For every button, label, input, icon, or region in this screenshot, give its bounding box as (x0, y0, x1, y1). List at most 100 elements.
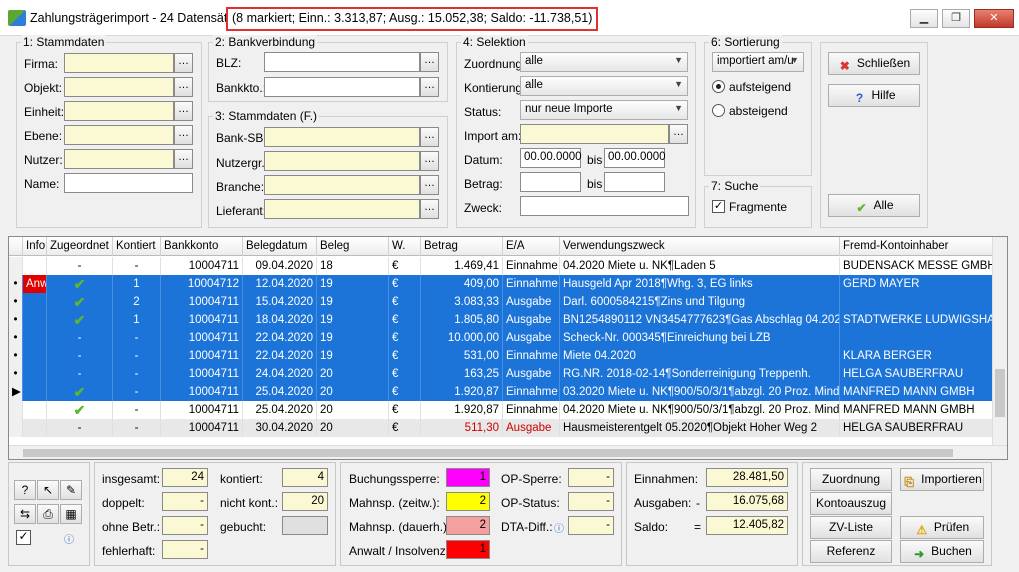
sort-asc-radio[interactable] (712, 80, 725, 93)
restore-button[interactable]: ❐ (942, 9, 970, 28)
firma-field[interactable] (64, 53, 174, 73)
printer-icon[interactable]: ⎙ (37, 504, 59, 524)
banksb-label: Bank-SB: (216, 131, 267, 145)
vertical-scrollbar[interactable] (992, 237, 1007, 447)
nutzer-field[interactable] (64, 149, 174, 169)
cell-fk: KLARA BERGER (840, 347, 993, 365)
kontoauszug-button[interactable]: Kontoauszug (810, 492, 892, 515)
column-header[interactable]: Bankkonto (161, 237, 243, 256)
zuordnung-button[interactable]: Zuordnung (810, 468, 892, 491)
horizontal-scrollbar[interactable] (9, 445, 1007, 459)
table-row[interactable]: • ✔ 1 10004711 18.04.2020 19 €1.805,80 Ausgabe B… (9, 311, 993, 329)
grid-icon[interactable]: ▦ (60, 504, 82, 524)
table-row[interactable]: • - -10004711 22.04.2020 19 €10.000,00 Ausgabe… (9, 329, 993, 347)
column-header[interactable]: Beleg (317, 237, 389, 256)
info-icon[interactable]: ⓘ (64, 531, 74, 546)
import-date-field[interactable] (520, 124, 669, 144)
sort-desc-radio[interactable] (712, 104, 725, 117)
column-header[interactable]: Verwendungszweck (560, 237, 840, 256)
table-row[interactable]: ▶ ✔ -10004711 25.04.2020 20 €1.920,87 Einnahme… (9, 383, 993, 401)
firma-lookup-button[interactable]: … (174, 53, 193, 73)
blz-lookup-button[interactable]: … (420, 52, 439, 72)
banksb-lookup-button[interactable]: … (420, 127, 439, 147)
zuordnung-select[interactable]: alle ▼ (520, 52, 688, 72)
zweck-field[interactable] (520, 196, 689, 216)
table-row[interactable]: • Anw ✔ 1 10004712 12.04.2020 19 €409,00 Einnahm… (9, 275, 993, 293)
cell-fk: GERD MAYER (840, 275, 993, 293)
cell-bl: 19 (317, 275, 389, 293)
einheit-lookup-button[interactable]: … (174, 101, 193, 121)
datum-from-field[interactable]: 00.00.0000 (520, 148, 582, 168)
pencil-icon[interactable]: ✎ (60, 480, 82, 500)
objekt-lookup-button[interactable]: … (174, 77, 193, 97)
cell-info (23, 257, 47, 275)
banksb-field[interactable] (264, 127, 420, 147)
betrag-to-field[interactable] (604, 172, 665, 192)
table-row[interactable]: - -10004711 09.04.2020 18 €1.469,41 Einnahme 0… (9, 257, 993, 275)
column-header[interactable]: Betrag (421, 237, 503, 256)
nutzergr-field[interactable] (264, 151, 420, 171)
objekt-field[interactable] (64, 77, 174, 97)
bankkto-lookup-button[interactable]: … (420, 77, 439, 97)
einheit-field[interactable] (64, 101, 174, 121)
import-lookup-button[interactable]: … (669, 124, 688, 144)
cell-info (23, 293, 47, 311)
doppelt-value: - (162, 492, 208, 511)
table-row[interactable]: ✔ -10004711 25.04.2020 20 €1.920,87 Einnahme 0… (9, 401, 993, 419)
blz-field[interactable] (264, 52, 420, 72)
nutzergr-lookup-button[interactable]: … (420, 151, 439, 171)
help-icon[interactable]: ? (14, 480, 36, 500)
importieren-button[interactable]: ⎘ Importieren (900, 468, 984, 491)
check-toggle-icon[interactable]: ✓ (16, 530, 31, 545)
column-header[interactable]: E/A (503, 237, 560, 256)
cell-bk: 10004711 (161, 383, 243, 401)
referenz-button[interactable]: Referenz (810, 540, 892, 563)
status-select[interactable]: nur neue Importe ▼ (520, 100, 688, 120)
lieferant-field[interactable] (264, 199, 420, 219)
hilfe-button[interactable]: ? Hilfe (828, 84, 920, 107)
branche-field[interactable] (264, 175, 420, 195)
nutzer-lookup-button[interactable]: … (174, 149, 193, 169)
fragmente-checkbox[interactable]: ✓ (712, 200, 725, 213)
sortierung-select[interactable]: importiert am/u ▼ (712, 52, 804, 72)
kontierung-select[interactable]: alle ▼ (520, 76, 688, 96)
swap-icon[interactable]: ⇆ (14, 504, 36, 524)
ebene-lookup-button[interactable]: … (174, 125, 193, 145)
datum-to-field[interactable]: 00.00.0000 (604, 148, 666, 168)
table-row[interactable]: • ✔ 2 10004711 15.04.2020 19 €3.083,33 Ausgabe D… (9, 293, 993, 311)
column-header[interactable]: Kontiert (113, 237, 161, 256)
bankkto-field[interactable] (264, 77, 420, 97)
close-window-button[interactable]: ✕ (974, 9, 1014, 28)
cell-bt: 511,30 (421, 419, 503, 437)
cell-vz: BN1254890112 VN3454777623¶Gas Abschlag 0… (560, 311, 840, 329)
info-icon[interactable]: ⓘ (554, 520, 564, 535)
cell-info (23, 419, 47, 437)
alle-button[interactable]: ✔ Alle (828, 194, 920, 217)
pruefen-button[interactable]: ⚠ Prüfen (900, 516, 984, 539)
name-field[interactable] (64, 173, 193, 193)
table-row[interactable]: - -10004711 30.04.2020 20 €511,30 Ausgabe Haus… (9, 419, 993, 437)
cell-info (23, 329, 47, 347)
zv-liste-button[interactable]: ZV-Liste (810, 516, 892, 539)
buchen-button[interactable]: ➜ Buchen (900, 540, 984, 563)
cell-ea: Einnahme (503, 275, 560, 293)
column-header[interactable]: Belegdatum (243, 237, 317, 256)
table-row[interactable]: • - -10004711 24.04.2020 20 €163,25 Ausgabe RG.… (9, 365, 993, 383)
betrag-from-field[interactable] (520, 172, 581, 192)
column-header[interactable]: W. (389, 237, 421, 256)
column-header[interactable]: Zugeordnet (47, 237, 113, 256)
column-header[interactable] (9, 237, 23, 256)
column-header[interactable]: Info (23, 237, 47, 256)
cell-bl: 19 (317, 329, 389, 347)
minimize-button[interactable]: ▁ (910, 9, 938, 28)
branche-lookup-button[interactable]: … (420, 175, 439, 195)
table-row[interactable]: • - -10004711 22.04.2020 19 €531,00 Einnahme Mi… (9, 347, 993, 365)
pointer-icon[interactable]: ↖ (37, 480, 59, 500)
lieferant-lookup-button[interactable]: … (420, 199, 439, 219)
title-bar: Zahlungsträgerimport - 24 Datensätze (8 … (0, 0, 1019, 36)
column-header[interactable]: Fremd-Kontoinhaber (840, 237, 993, 256)
schliessen-button[interactable]: ✖ Schließen (828, 52, 920, 75)
cell-w: € (389, 383, 421, 401)
mahnsperre-dauer-value: 2 (446, 516, 490, 535)
ebene-field[interactable] (64, 125, 174, 145)
